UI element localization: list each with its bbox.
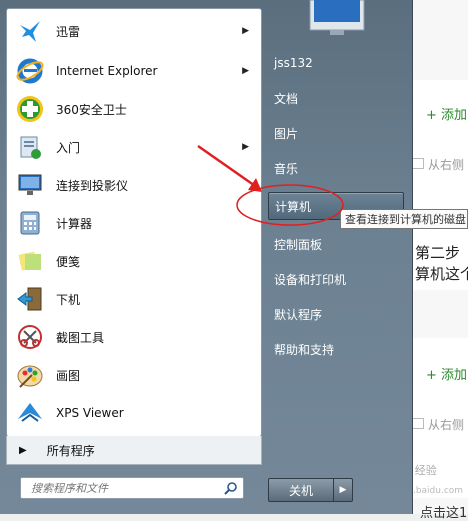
background-bottom-text: 点击这1 [420,506,468,521]
search-icon[interactable] [224,480,238,499]
background-add-link[interactable]: + 添加的 [426,104,468,123]
right-item-label: jss132 [274,56,313,70]
right-item-devices-printers[interactable]: 设备和打印机 [268,266,402,292]
program-label: XPS Viewer [56,406,124,420]
program-item-sticky-notes[interactable]: 便笺 [7,243,261,279]
expand-arrow-icon: ▶ [19,444,27,456]
program-item-exit[interactable]: 下机 [7,281,261,317]
background-hint: 从右侧 [412,416,464,433]
shutdown-button[interactable]: 关机 [268,478,334,502]
calculator-icon [13,206,47,240]
xunlei-bird-icon [13,14,47,48]
sticky-notes-icon [13,244,47,278]
start-menu: 迅雷 ▶ Internet Explorer ▶ 360安全卫士 入门 ▶ 连接… [0,0,413,514]
right-item-user-folder[interactable]: jss132 [268,50,402,76]
image-icon [412,158,424,169]
program-item-calculator[interactable]: 计算器 [7,205,261,241]
getting-started-icon [13,130,47,164]
right-item-control-panel[interactable]: 控制面板 [268,231,402,257]
program-label: 360安全卫士 [56,102,127,117]
submenu-arrow-icon[interactable]: ▶ [242,26,249,36]
program-label: 迅雷 [56,24,81,39]
background-step-text: 第二步 [415,244,461,262]
background-hint-text: 从右侧 [428,158,465,172]
right-item-label: 设备和打印机 [274,272,347,287]
right-item-documents[interactable]: 文档 [268,85,402,111]
right-item-label: 帮助和支持 [274,342,335,357]
all-programs-button[interactable]: ▶ 所有程序 [6,436,262,465]
right-item-label: 默认程序 [274,307,323,322]
program-label: 截图工具 [56,330,105,345]
program-label: 入门 [56,140,81,155]
program-label: Internet Explorer [56,64,158,78]
submenu-arrow-icon[interactable]: ▶ [242,66,249,76]
image-icon [412,418,424,429]
right-item-label: 音乐 [274,161,299,176]
snipping-tool-icon [13,320,47,354]
background-step-text: 算机这个 [415,265,468,283]
exit-door-icon [13,282,47,316]
right-item-label: 控制面板 [274,237,323,252]
program-label: 画图 [56,368,81,383]
program-item-xunlei[interactable]: 迅雷 ▶ [7,13,261,49]
search-input[interactable] [29,480,223,496]
search-box[interactable] [20,477,244,499]
background-hint-text: 从右侧 [428,418,465,432]
program-item-paint[interactable]: 画图 [7,357,261,393]
program-item-xps-viewer[interactable]: XPS Viewer [7,395,261,431]
right-item-default-programs[interactable]: 默认程序 [268,301,402,327]
projector-icon [13,168,47,202]
program-item-internet-explorer[interactable]: Internet Explorer ▶ [7,53,261,89]
user-picture[interactable] [308,0,366,36]
right-item-label: 计算机 [275,199,312,214]
program-item-snipping-tool[interactable]: 截图工具 [7,319,261,355]
360-safeguard-icon [13,92,47,126]
right-item-pictures[interactable]: 图片 [268,120,402,146]
programs-pane: 迅雷 ▶ Internet Explorer ▶ 360安全卫士 入门 ▶ 连接… [6,8,262,437]
program-item-360[interactable]: 360安全卫士 [7,91,261,127]
program-label: 计算器 [56,216,93,231]
paint-palette-icon [13,358,47,392]
right-item-music[interactable]: 音乐 [268,155,402,181]
program-label: 连接到投影仪 [56,178,129,193]
program-item-getting-started[interactable]: 入门 ▶ [7,129,261,165]
shutdown-options-arrow-icon[interactable]: ▶ [333,478,353,502]
program-item-projector[interactable]: 连接到投影仪 [7,167,261,203]
background-hint: 从右侧 [412,156,464,173]
program-label: 便笺 [56,254,81,269]
right-item-label: 文档 [274,91,299,106]
computer-tooltip: 查看连接到计算机的磁盘 [340,209,468,229]
all-programs-label: 所有程序 [46,443,95,458]
submenu-arrow-icon[interactable]: ▶ [242,142,249,152]
background-add-link[interactable]: + 添加的 [426,364,468,383]
program-label: 下机 [56,292,81,307]
xps-viewer-icon [13,396,47,430]
internet-explorer-icon [13,54,47,88]
right-item-help-support[interactable]: 帮助和支持 [268,336,402,362]
right-item-label: 图片 [274,126,299,141]
